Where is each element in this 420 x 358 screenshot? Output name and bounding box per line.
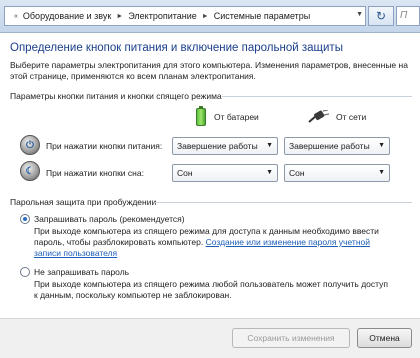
breadcrumb-item[interactable]: Системные параметры (214, 11, 311, 21)
require-password-description: При выходе компьютера из спящего режима … (34, 226, 379, 258)
refresh-button[interactable]: ↻ (368, 6, 394, 26)
column-header-ac: От сети (308, 110, 366, 124)
breadcrumb-item[interactable]: Электропитание (128, 11, 197, 21)
power-button-icon: ⏻ (20, 135, 40, 155)
power-button-battery-select[interactable]: Завершение работы ▼ (172, 137, 278, 155)
column-header-battery: От батареи (196, 106, 259, 126)
sleep-button-battery-select[interactable]: Сон ▼ (172, 164, 278, 182)
sleep-button-icon: ☾ (20, 161, 40, 181)
address-bar: « Оборудование и звук ► Электропитание ►… (0, 0, 420, 33)
chevron-down-icon[interactable]: ▼ (356, 11, 363, 18)
chevron-down-icon: ▼ (378, 169, 385, 176)
no-password-radio[interactable] (20, 267, 30, 277)
search-input[interactable]: П (396, 6, 420, 26)
chevron-down-icon: ▼ (378, 142, 385, 149)
chevron-down-icon: ▼ (266, 169, 273, 176)
require-password-label[interactable]: Запрашивать пароль (рекомендуется) (34, 214, 185, 224)
section-divider (155, 202, 412, 203)
save-changes-button[interactable]: Сохранить изменения (232, 328, 350, 348)
require-password-radio[interactable] (20, 214, 30, 224)
page-title: Определение кнопок питания и включение п… (10, 42, 343, 54)
sleep-button-ac-select[interactable]: Сон ▼ (284, 164, 390, 182)
chevron-down-icon: ▼ (266, 142, 273, 149)
power-button-label: При нажатии кнопки питания: (46, 141, 163, 151)
cancel-button[interactable]: Отмена (357, 328, 412, 348)
power-plug-icon (308, 110, 330, 123)
sleep-button-label: При нажатии кнопки сна: (46, 168, 144, 178)
chevron-right-icon: ► (201, 12, 209, 20)
no-password-label[interactable]: Не запрашивать пароль (34, 267, 129, 277)
section-divider (222, 96, 412, 97)
section-label-buttons: Параметры кнопки питания и кнопки спящег… (10, 91, 222, 101)
section-label-password: Парольная защита при пробуждении (10, 197, 157, 207)
refresh-icon: ↻ (375, 9, 387, 23)
battery-icon (196, 106, 206, 126)
chevron-right-icon: ► (116, 12, 124, 20)
breadcrumb[interactable]: « Оборудование и звук ► Электропитание ►… (4, 6, 366, 26)
no-password-description: При выходе компьютера из спящего режима … (34, 279, 388, 300)
power-button-ac-select[interactable]: Завершение работы ▼ (284, 137, 390, 155)
page-intro: Выберите параметры электропитания для эт… (10, 60, 408, 81)
footer-bar: Сохранить изменения Отмена (0, 318, 420, 358)
chevron-right-icon: « (14, 12, 18, 20)
breadcrumb-item[interactable]: Оборудование и звук (23, 11, 111, 21)
